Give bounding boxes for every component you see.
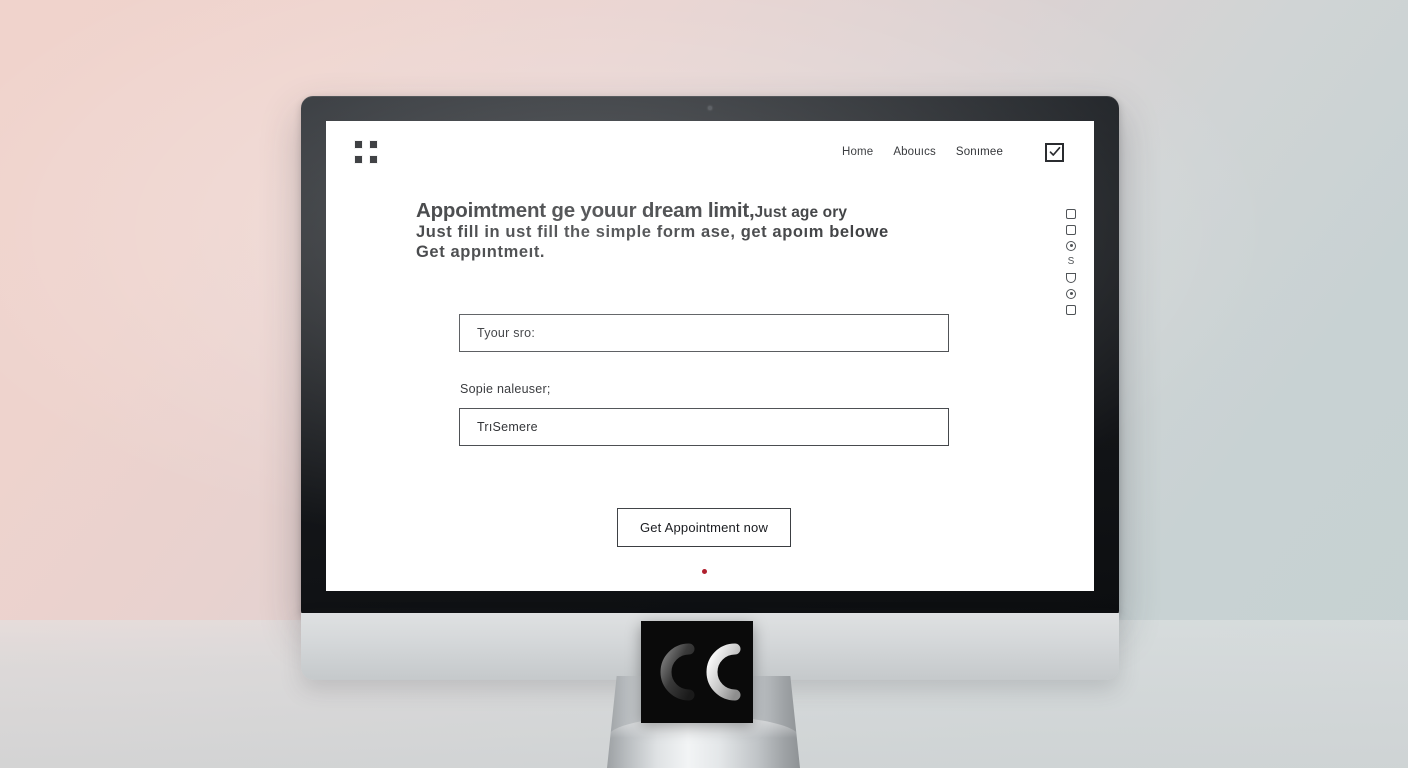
scene-backdrop: Home Abouıcs Sonımee Appoimtment ge youu… [0, 0, 1408, 768]
page-title: Appoimtment ge youur dream limit,Just ag… [416, 199, 1016, 262]
nav-item-about[interactable]: Abouıcs [893, 146, 936, 158]
logo-square-4 [369, 155, 378, 164]
name-input-value: Tyour sro: [477, 326, 536, 341]
twitter-icon[interactable] [1066, 225, 1076, 235]
behance-icon[interactable] [1066, 289, 1076, 299]
brand-logo-plate [641, 621, 753, 723]
nav-item-home[interactable]: Home [842, 146, 873, 158]
logo-square-3 [354, 155, 363, 164]
cta-section: Get Appointment now [459, 508, 949, 575]
site-header: Home Abouıcs Sonımee [326, 121, 1094, 183]
checkbox-checked-icon[interactable] [1045, 142, 1064, 162]
facebook-icon[interactable] [1066, 209, 1076, 219]
pinterest-icon[interactable] [1066, 273, 1076, 283]
headline-bold: Appoimtment ge youur dream limit, [416, 199, 755, 222]
grid-logo[interactable] [354, 140, 378, 164]
nav-item-services[interactable]: Sonımee [956, 146, 1003, 158]
logo-square-1 [354, 140, 363, 149]
headline-thin: Just age ory [754, 204, 848, 221]
time-field-label: Sopie naleuser; [460, 382, 551, 397]
browser-screen: Home Abouıcs Sonımee Appoimtment ge youu… [326, 121, 1094, 591]
time-input[interactable]: TrıSemere [459, 408, 949, 447]
headline-line-1: Appoimtment ge youur dream limit,Just ag… [416, 199, 1016, 223]
time-input-value: TrıSemere [477, 420, 538, 435]
main-navigation: Home Abouıcs Sonımee [842, 142, 1064, 162]
cc-logo-icon [660, 643, 741, 701]
get-appointment-button[interactable]: Get Appointment now [616, 508, 792, 548]
linkedin-icon[interactable] [1066, 305, 1076, 315]
social-rail: S [1066, 209, 1076, 315]
headline-line-3: Get appıntmeıt. [416, 242, 546, 261]
name-input[interactable]: Tyour sro: [459, 314, 949, 353]
webcam-icon [708, 106, 712, 110]
logo-square-2 [369, 140, 378, 149]
headline-line-2: Just fill in ust fill the simple form as… [416, 223, 889, 242]
skype-icon[interactable]: S [1066, 257, 1076, 267]
appointment-form: Tyour sro: Sopie naleuser; TrıSemere Get… [459, 314, 949, 575]
accent-dot-indicator [701, 569, 707, 575]
instagram-icon[interactable] [1066, 241, 1076, 251]
